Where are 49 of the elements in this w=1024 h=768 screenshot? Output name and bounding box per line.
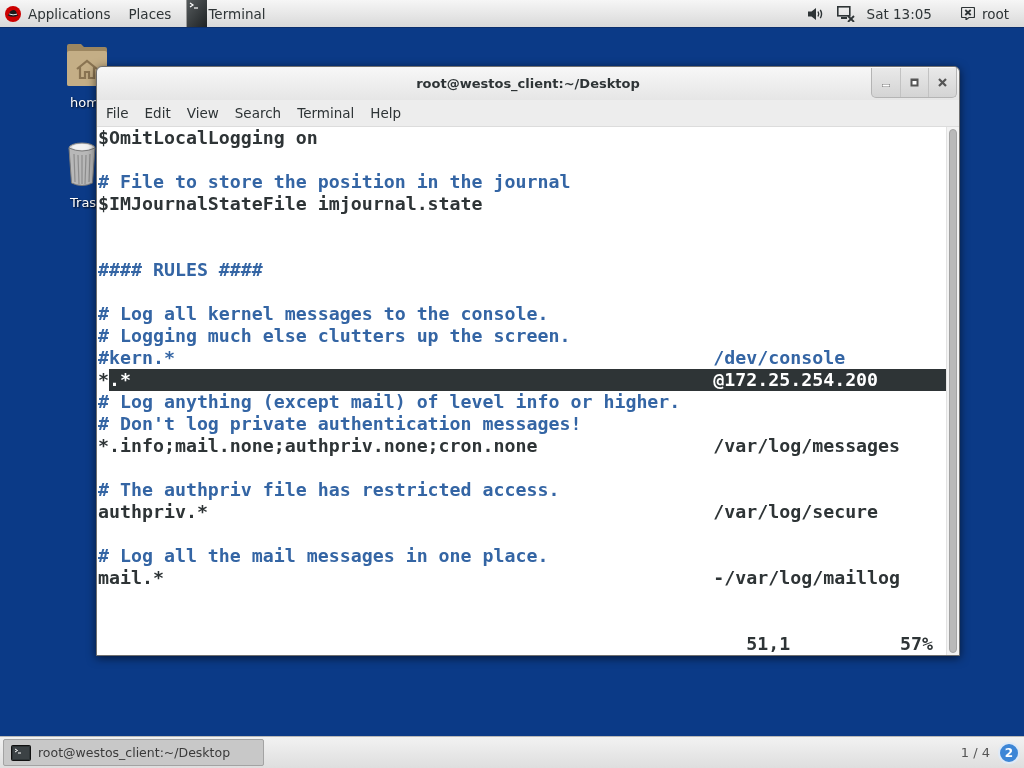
minimize-icon bbox=[882, 84, 890, 87]
cursor-position: 51,1 bbox=[746, 633, 791, 655]
top-menu[interactable]: Applications bbox=[0, 0, 120, 27]
log-target: @172.25.254.200 bbox=[713, 369, 880, 391]
comment-line: # Log all kernel messages to the console. bbox=[98, 303, 549, 325]
config-line: mail.* bbox=[98, 567, 164, 589]
menu-item[interactable]: Terminal bbox=[289, 100, 363, 126]
trash-icon[interactable] bbox=[68, 142, 96, 186]
window-title: root@westos_client:~/Desktop bbox=[416, 76, 640, 91]
top-menu[interactable]: Places bbox=[119, 0, 181, 27]
menu-item[interactable]: View bbox=[178, 100, 227, 126]
comment-line: #kern.* bbox=[98, 347, 175, 369]
maximize-icon bbox=[910, 78, 919, 87]
notification-counter[interactable]: 2 bbox=[998, 741, 1020, 764]
text-cursor: * bbox=[98, 369, 109, 391]
terminal-icon bbox=[187, 0, 208, 27]
terminal-icon bbox=[11, 744, 31, 761]
comment-line: # The authpriv file has restricted access. bbox=[98, 479, 560, 501]
log-target: -/var/log/maillog bbox=[713, 567, 902, 589]
comment-line: #### RULES #### bbox=[98, 259, 263, 281]
clock[interactable]: Sat 13:05 bbox=[856, 0, 952, 27]
scroll-percent: 57% bbox=[900, 633, 934, 655]
taskbar-window-button[interactable]: root@westos_client:~/Desktop bbox=[3, 739, 264, 766]
comment-line: # File to store the position in the journal bbox=[98, 171, 571, 193]
log-target: /dev/console bbox=[713, 347, 847, 369]
status-icon bbox=[960, 7, 975, 20]
app-menu[interactable]: Terminal bbox=[186, 0, 270, 27]
user-menu[interactable]: root bbox=[951, 0, 1018, 27]
menu-item[interactable]: Edit bbox=[136, 100, 179, 126]
hat-icon bbox=[5, 5, 21, 22]
comment-line: # Log anything (except mail) of level info or higher. bbox=[98, 391, 681, 413]
menu-item[interactable]: Help bbox=[362, 100, 410, 126]
menu-item[interactable]: Search bbox=[226, 100, 290, 126]
menu-item[interactable]: File bbox=[98, 100, 137, 126]
desktop-icon-label: Tras bbox=[70, 195, 97, 210]
workspace-indicator[interactable]: 1 / 4 bbox=[960, 745, 990, 760]
log-target: /var/log/messages bbox=[713, 435, 902, 457]
config-line: $IMJournalStateFile imjournal.state bbox=[98, 193, 483, 215]
config-line: .* bbox=[109, 369, 131, 391]
config-line: $OmitLocalLogging on bbox=[98, 127, 318, 149]
comment-line: # Don't log private authentication messages! bbox=[98, 413, 582, 435]
config-line: authpriv.* bbox=[98, 501, 208, 523]
config-line: *.info;mail.none;authpriv.none;cron.none bbox=[98, 435, 538, 457]
log-target: /var/log/secure bbox=[713, 501, 880, 523]
network-icon[interactable] bbox=[836, 5, 855, 22]
comment-line: # Logging much else clutters up the screen. bbox=[98, 325, 571, 347]
comment-line: # Log all the mail messages in one place. bbox=[98, 545, 549, 567]
volume-icon[interactable] bbox=[807, 6, 824, 21]
close-icon bbox=[938, 78, 947, 87]
